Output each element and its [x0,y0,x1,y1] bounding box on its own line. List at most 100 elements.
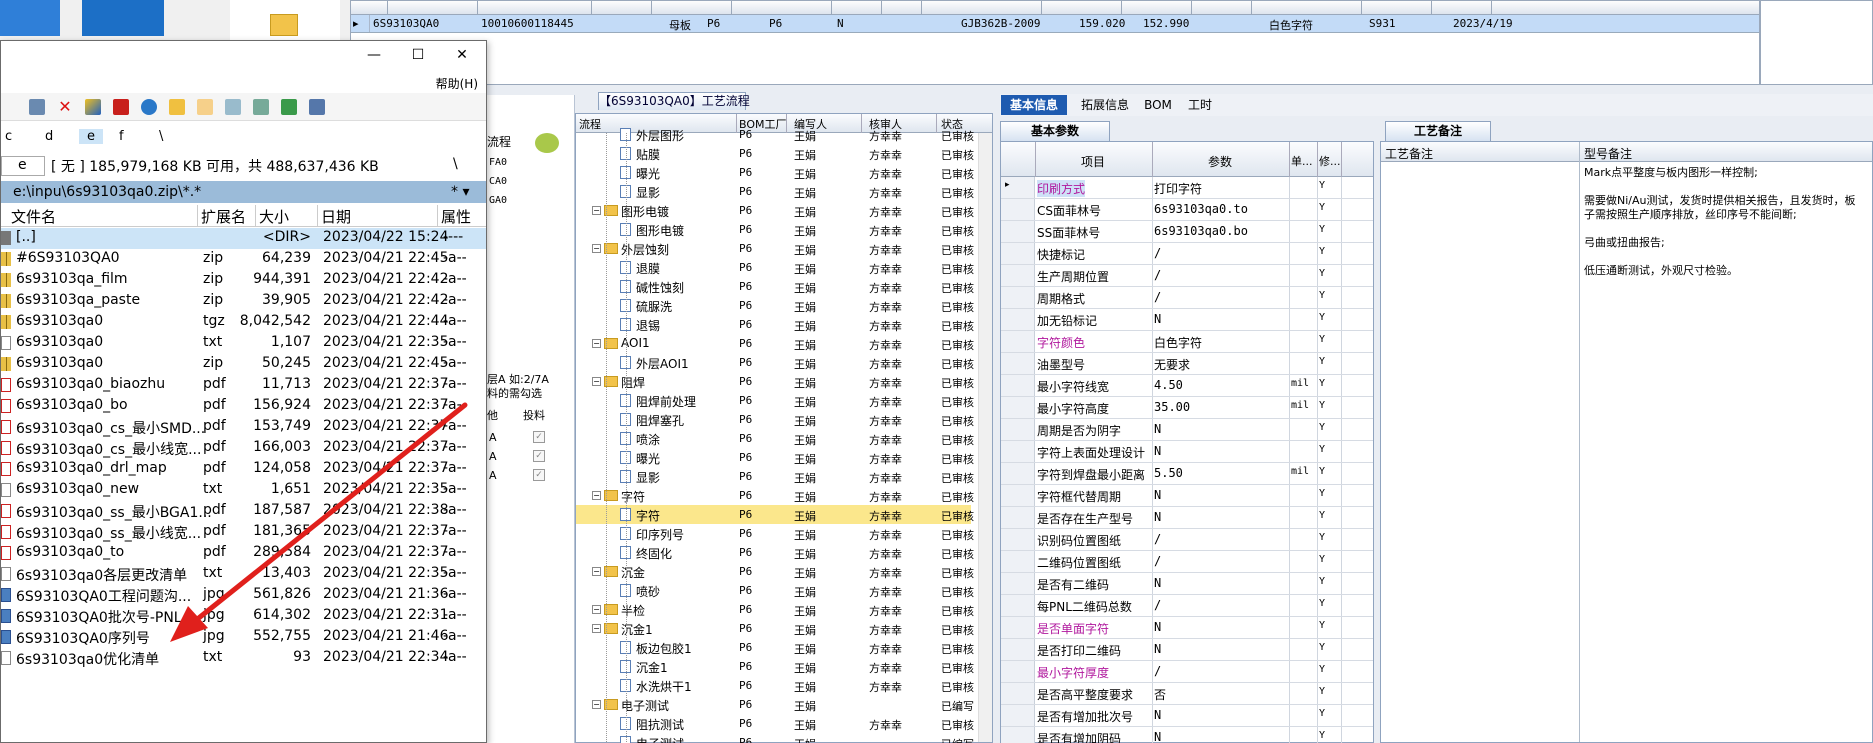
param-row[interactable]: 每PNL二维码总数 / Y [1001,595,1373,617]
param-row[interactable]: SS面菲林号 6s93103qa0.bo Y [1001,221,1373,243]
param-row[interactable]: 周期格式 / Y [1001,287,1373,309]
terminal-icon[interactable] [309,99,325,115]
param-row[interactable]: 是否有增加阴码 N Y [1001,727,1373,743]
tree-row[interactable]: 板边包胶1 P6 王娟 方幸幸 已审核 [576,638,974,657]
desktop-app-icon[interactable] [0,0,60,36]
file-row[interactable]: 6s93103qa0_drl_map pdf 124,058 2023/04/21 2… [1,459,486,480]
file-row[interactable]: 6s93103qa_paste zip 39,905 2023/04/21 22:42… [1,291,486,312]
file-row[interactable]: 6s93103qa0_bo pdf 156,924 2023/04/21 22:37-… [1,396,486,417]
drive-e[interactable]: e [79,129,103,144]
param-row[interactable]: 生产周期位置 / Y [1001,265,1373,287]
tree-row[interactable]: 贴膜 P6 王娟 方幸幸 已审核 [576,144,974,163]
collapse-icon[interactable]: − [592,491,601,500]
file-row[interactable]: 6S93103QA0工程问题沟... jpg 561,826 2023/04/21 2… [1,585,486,606]
root-button[interactable]: \ [453,156,458,172]
settings-icon[interactable] [253,99,269,115]
tab-extended-info[interactable]: 拓展信息 [1072,95,1138,115]
param-row[interactable]: 是否单面字符 N Y [1001,617,1373,639]
collapse-icon[interactable]: − [592,567,601,576]
file-row[interactable]: 6s93103qa0 tgz 8,042,542 2023/04/21 22:44 -a… [1,312,486,333]
col-date[interactable]: 日期 [321,206,351,227]
tree-row[interactable]: − 图形电镀 P6 王娟 方幸幸 已审核 [576,201,974,220]
param-row[interactable]: 是否高平整度要求 否 Y [1001,683,1373,705]
tree-row[interactable]: 退膜 P6 王娟 方幸幸 已审核 [576,258,974,277]
tree-row[interactable]: 图形电镀 P6 王娟 方幸幸 已审核 [576,220,974,239]
param-row[interactable]: 识别码位置图纸 / Y [1001,529,1373,551]
file-row[interactable]: 6s93103qa0_ss_最小BGA1... pdf 187,587 2023/04… [1,501,486,522]
param-row[interactable]: 是否有二维码 N Y [1001,573,1373,595]
tree-row[interactable]: 字符 P6 王娟 方幸幸 已审核 [576,505,974,524]
folder-icon[interactable] [270,14,298,36]
menu-help[interactable]: 帮助(H) [436,75,478,92]
close-icon[interactable]: ✕ [453,46,471,64]
collapse-icon[interactable]: − [592,377,601,386]
drive-c[interactable]: c [5,129,12,144]
order-row[interactable]: ▸ 6S93103QA0 10010600118445 母板 P6 P6 N G… [351,15,1759,33]
tree-row[interactable]: 外层AOI1 P6 王娟 方幸幸 已审核 [576,353,974,372]
drive-root[interactable]: \ [159,129,163,144]
model-remark-text[interactable]: Mark点平整度与板内图形一样控制; 需要做Ni/Au测试，发货时提供相关报告，… [1584,166,1873,292]
drive-select[interactable]: e [1,156,45,176]
excel-icon[interactable] [281,99,297,115]
file-row[interactable]: 6s93103qa0 txt 1,107 2023/04/21 22:35 -a-- [1,333,486,354]
file-row[interactable]: 6s93103qa0 zip 50,245 2023/04/21 22:45 -a-- [1,354,486,375]
tree-row[interactable]: 电子测试 P6 王娟 已编写 [576,733,974,743]
minimize-icon[interactable]: — [365,46,383,64]
tree-row[interactable]: − 阻焊 P6 王娟 方幸幸 已审核 [576,372,974,391]
collapse-icon[interactable]: − [592,700,601,709]
col-ext[interactable]: 扩展名 [201,206,246,227]
file-row[interactable]: [..] <DIR> 2023/04/22 15:24 ---- [1,228,486,249]
collapse-icon[interactable]: − [592,244,601,253]
refresh-icon[interactable] [141,99,157,115]
file-row[interactable]: 6s93103qa0_cs_最小SMD... pdf 153,749 2023/04/… [1,417,486,438]
file-row[interactable]: 6s93103qa0各层更改清单 txt 13,403 2023/04/21 22:3… [1,564,486,585]
file-row[interactable]: #6S93103QA0 zip 64,239 2023/04/21 22:45 -a-- [1,249,486,270]
col-size[interactable]: 大小 [259,206,289,227]
tree-row[interactable]: 印序列号 P6 王娟 方幸幸 已审核 [576,524,974,543]
tree-row[interactable]: 硫脲洗 P6 王娟 方幸幸 已审核 [576,296,974,315]
pdf-icon[interactable] [113,99,129,115]
collapse-icon[interactable]: − [592,206,601,215]
tree-row[interactable]: − 电子测试 P6 王娟 已编写 [576,695,974,714]
tree-row[interactable]: 喷砂 P6 王娟 方幸幸 已审核 [576,581,974,600]
param-row[interactable]: ▸ 印刷方式 打印字符 Y [1001,177,1373,199]
tree-row[interactable]: 退锡 P6 王娟 方幸幸 已审核 [576,315,974,334]
tree-row[interactable]: 喷涂 P6 王娟 方幸幸 已审核 [576,429,974,448]
param-row[interactable]: 字符颜色 白色字符 Y [1001,331,1373,353]
param-row[interactable]: 周期是否为阴字 N Y [1001,419,1373,441]
tree-row[interactable]: 显影 P6 王娟 方幸幸 已审核 [576,467,974,486]
maximize-icon[interactable]: ☐ [409,46,427,64]
param-row[interactable]: 是否有增加批次号 N Y [1001,705,1373,727]
file-row[interactable]: 6s93103qa0_cs_最小线宽... pdf 166,003 2023/04/2… [1,438,486,459]
text-icon[interactable] [169,99,185,115]
tree-row[interactable]: 外层图形 P6 王娟 方幸幸 已审核 [576,125,974,144]
tree-row[interactable]: − 沉金 P6 王娟 方幸幸 已审核 [576,562,974,581]
file-row[interactable]: 6S93103QA0序列号 jpg 552,755 2023/04/21 21:46-… [1,627,486,648]
feed-checkbox[interactable]: ✓ [533,450,545,462]
font-icon[interactable] [197,99,213,115]
feed-checkbox[interactable]: ✓ [533,431,545,443]
process-flow-tab[interactable]: 【6S93103QA0】工艺流程 [598,92,750,110]
param-row[interactable]: 是否打印二维码 N Y [1001,639,1373,661]
tree-row[interactable]: 阻抗测试 P6 王娟 方幸幸 已审核 [576,714,974,733]
file-row[interactable]: 6s93103qa0_to pdf 289,584 2023/04/21 22:37-… [1,543,486,564]
collapse-icon[interactable]: − [592,339,601,348]
collapse-icon[interactable]: − [592,624,601,633]
tab-work-hours[interactable]: 工时 [1182,95,1218,115]
tab-process-remarks[interactable]: 工艺备注 [1385,121,1491,141]
tree-row[interactable]: − 外层蚀刻 P6 王娟 方幸幸 已审核 [576,239,974,258]
file-row[interactable]: 6s93103qa_film zip 944,391 2023/04/21 22:42… [1,270,486,291]
tree-row[interactable]: 曝光 P6 王娟 方幸幸 已审核 [576,448,974,467]
tree-row[interactable]: 阻焊塞孔 P6 王娟 方幸幸 已审核 [576,410,974,429]
param-row[interactable]: 是否存在生产型号 N Y [1001,507,1373,529]
param-row[interactable]: 字符框代替周期 N Y [1001,485,1373,507]
drive-d[interactable]: d [45,129,53,144]
param-row[interactable]: 字符到焊盘最小距离 5.50 mil Y [1001,463,1373,485]
param-row[interactable]: 最小字符线宽 4.50 mil Y [1001,375,1373,397]
window-titlebar[interactable]: — ☐ ✕ [1,41,486,71]
tree-row[interactable]: − AOI1 P6 王娟 方幸幸 已审核 [576,334,974,353]
tree-row[interactable]: − 字符 P6 王娟 方幸幸 已审核 [576,486,974,505]
col-filename[interactable]: 文件名 [11,206,56,227]
file-row[interactable]: 6S93103QA0批次号-PNL... jpg 614,302 2023/04/21… [1,606,486,627]
tree-row[interactable]: − 沉金1 P6 王娟 方幸幸 已审核 [576,619,974,638]
